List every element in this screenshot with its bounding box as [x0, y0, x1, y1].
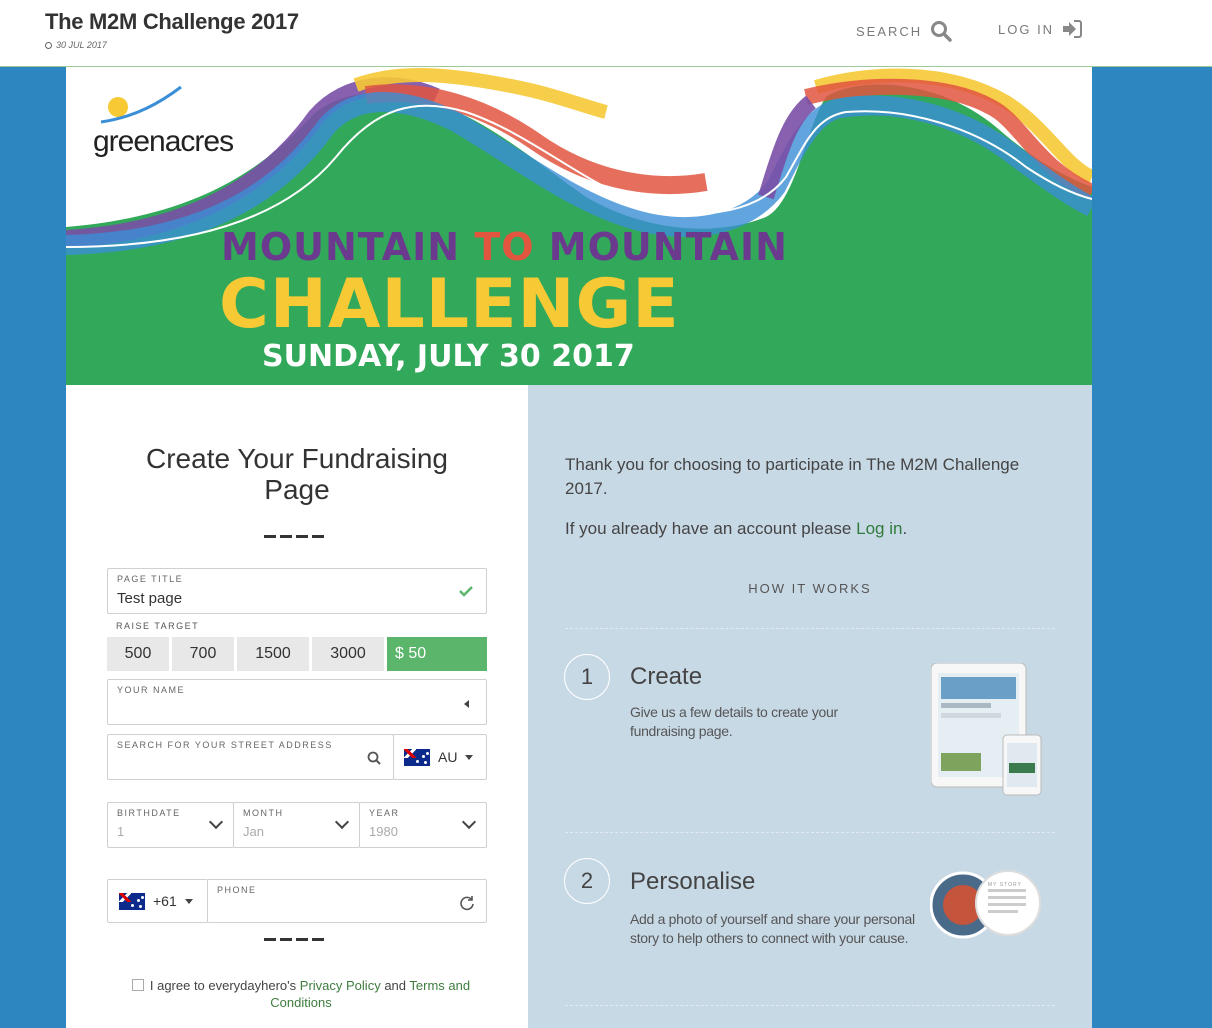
event-date: 30 JUL 2017: [45, 40, 107, 50]
phone-prefix: +61: [153, 893, 177, 909]
step-number: 2: [564, 858, 610, 904]
address-search-label: SEARCH FOR YOUR STREET ADDRESS: [117, 740, 333, 750]
country-selector[interactable]: AU: [393, 734, 487, 780]
event-date-text: 30 JUL 2017: [56, 40, 107, 50]
divider: [264, 938, 324, 941]
event-banner: greenacres MOUNTAIN TO MOUNTAIN CHALLENG…: [66, 67, 1092, 385]
login-label: LOG IN: [998, 21, 1055, 37]
raise-option-700[interactable]: 700: [172, 637, 234, 671]
month-select[interactable]: MONTH Jan: [233, 802, 360, 848]
step-number: 1: [564, 654, 610, 700]
search-button[interactable]: SEARCH: [856, 20, 952, 42]
fundraising-form: Create Your Fundraising Page PAGE TITLE …: [66, 385, 528, 1028]
step-description: Give us a few details to create your fun…: [630, 704, 838, 739]
separator: [565, 1005, 1055, 1006]
caret-down-icon: [184, 898, 193, 904]
login-link[interactable]: Log in: [856, 519, 902, 538]
year-label: YEAR: [369, 808, 400, 818]
story-card-label: MY STORY: [988, 882, 1022, 888]
agree-text: I agree to everydayhero's: [149, 978, 297, 993]
month-label: MONTH: [243, 808, 284, 818]
divider: [264, 535, 324, 538]
thanks-message: Thank you for choosing to participate in…: [565, 455, 1020, 498]
address-search-field[interactable]: SEARCH FOR YOUR STREET ADDRESS: [107, 734, 394, 780]
search-icon: [931, 21, 952, 42]
separator: [565, 628, 1055, 629]
raise-option-3000[interactable]: 3000: [312, 637, 384, 671]
search-icon: [367, 751, 381, 765]
sign-in-icon: [1063, 20, 1083, 38]
form-title: Create Your Fundraising Page: [146, 443, 448, 505]
terms-agreement: I agree to everydayhero's Privacy Policy…: [111, 977, 491, 1011]
year-value: 1980: [369, 824, 398, 839]
country-code: AU: [438, 749, 458, 765]
step-title: Create: [630, 663, 703, 690]
separator: [565, 832, 1055, 833]
login-prompt-period: .: [902, 519, 908, 538]
australia-flag-icon: [119, 892, 145, 910]
clock-icon: [45, 41, 52, 49]
agree-checkbox[interactable]: [131, 979, 144, 991]
login-prompt-text: If you already have an account please: [565, 519, 852, 538]
privacy-policy-link[interactable]: Privacy Policy: [300, 978, 381, 993]
raise-option-1500[interactable]: 1500: [237, 637, 309, 671]
banner-heading-part-1: MOUNTAIN: [221, 225, 475, 269]
year-select[interactable]: YEAR 1980: [359, 802, 487, 848]
chevron-down-icon: [461, 814, 477, 830]
agree-and: and: [384, 978, 407, 993]
australia-flag-icon: [404, 748, 430, 766]
raise-option-500[interactable]: 500: [107, 637, 169, 671]
caret-down-icon: [465, 754, 474, 760]
step-title: Personalise: [630, 868, 756, 895]
raise-target-label: RAISE TARGET: [116, 621, 200, 631]
top-bar: The M2M Challenge 2017 30 JUL 2017 SEARC…: [0, 0, 1212, 67]
login-button[interactable]: LOG IN: [998, 20, 1083, 38]
chevron-down-icon: [208, 814, 224, 830]
page-title-field[interactable]: PAGE TITLE Test page: [107, 568, 487, 614]
info-panel: Thank you for choosing to participate in…: [528, 385, 1092, 1028]
chevron-down-icon: [334, 814, 350, 830]
banner-heading-part-2: MOUNTAIN: [548, 225, 788, 269]
banner-challenge: CHALLENGE: [219, 265, 680, 344]
tablet-phone-illustration: [931, 663, 1042, 796]
page-title-value[interactable]: Test page: [117, 590, 182, 607]
month-value: Jan: [243, 824, 264, 839]
raise-option-custom[interactable]: $ 50: [387, 637, 487, 671]
phone-field[interactable]: PHONE: [207, 879, 487, 923]
phone-label: PHONE: [217, 885, 257, 895]
birthdate-label: BIRTHDATE: [117, 808, 181, 818]
birthdate-select[interactable]: BIRTHDATE 1: [107, 802, 234, 848]
refresh-icon: [460, 896, 474, 911]
right-background: [1092, 67, 1212, 1028]
birthdate-value: 1: [117, 824, 125, 839]
banner-heading: MOUNTAIN TO MOUNTAIN: [221, 225, 788, 269]
how-it-works-heading: HOW IT WORKS: [748, 581, 872, 596]
step-description: Add a photo of yourself and share your p…: [630, 911, 915, 946]
login-prompt: If you already have an account please Lo…: [565, 519, 907, 539]
your-name-label: YOUR NAME: [117, 685, 186, 695]
check-icon: [459, 586, 473, 597]
search-label: SEARCH: [856, 23, 923, 39]
banner-date: SUNDAY, JULY 30 2017: [262, 339, 635, 374]
left-background: [0, 67, 66, 1028]
caret-left-icon: [464, 700, 469, 708]
your-name-field[interactable]: YOUR NAME: [107, 679, 487, 725]
page-title-label: PAGE TITLE: [117, 574, 184, 584]
banner-heading-to: TO: [474, 225, 549, 269]
event-title[interactable]: The M2M Challenge 2017: [45, 9, 299, 35]
phone-country-selector[interactable]: +61: [107, 879, 208, 923]
personalise-illustration: [930, 870, 1041, 939]
greenacres-logo: greenacres: [93, 125, 234, 158]
